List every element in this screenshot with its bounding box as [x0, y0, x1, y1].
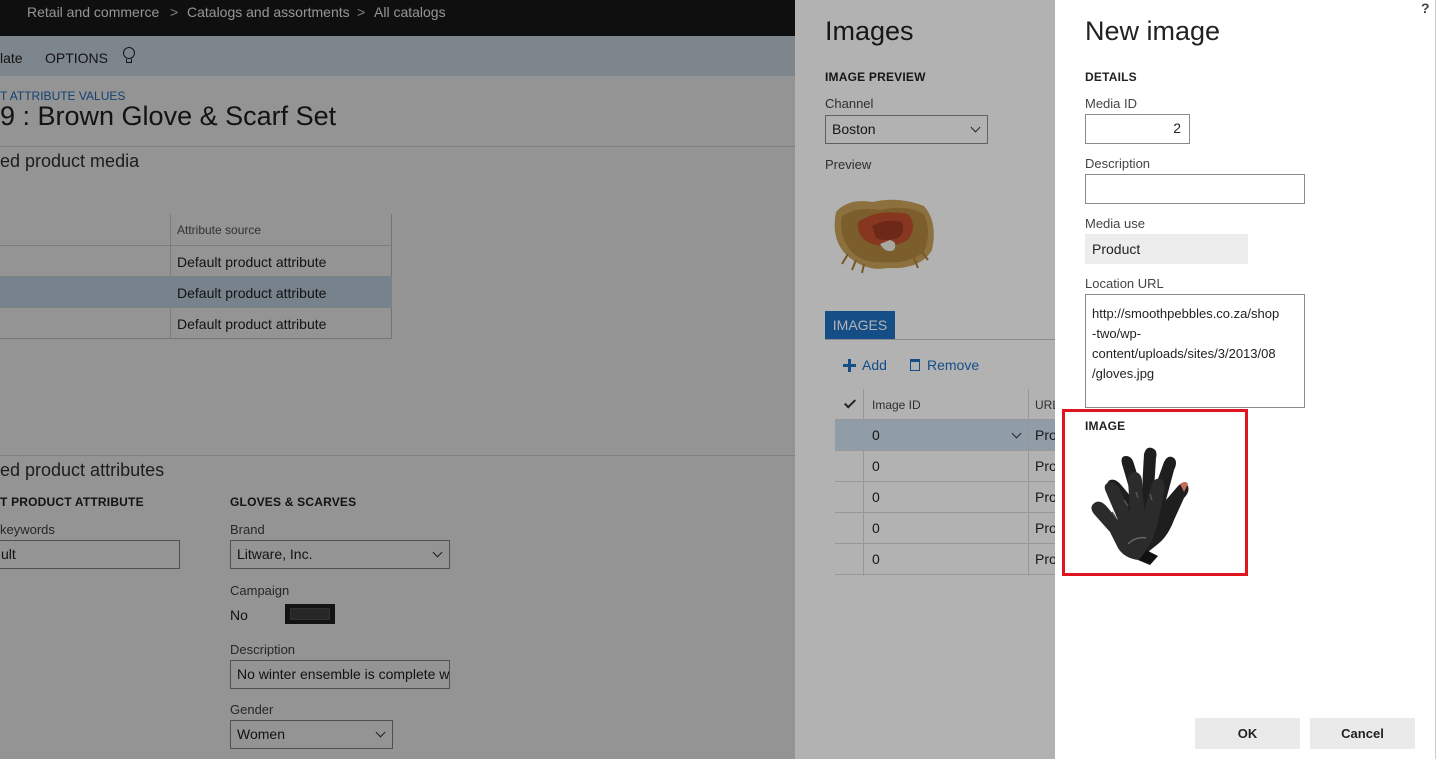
new-image-dialog: New image DETAILS Media ID 2 Description…	[1055, 0, 1436, 759]
help-icon[interactable]: ?	[1421, 0, 1430, 16]
ok-button[interactable]: OK	[1195, 718, 1300, 749]
url-line: http://smoothpebbles.co.za/shop	[1092, 306, 1280, 321]
url-line: content/uploads/sites/3/2013/08	[1092, 346, 1276, 361]
description-input[interactable]	[1085, 174, 1305, 204]
details-heading: DETAILS	[1085, 70, 1137, 84]
location-url-textarea[interactable]: http://smoothpebbles.co.za/shop -two/wp-…	[1085, 294, 1305, 408]
description-label: Description	[1085, 156, 1151, 171]
media-use-label: Media use	[1085, 216, 1145, 231]
url-line: /gloves.jpg	[1092, 366, 1155, 381]
modal-overlay	[0, 0, 795, 759]
media-id-label: Media ID	[1085, 96, 1138, 111]
cancel-button[interactable]: Cancel	[1310, 718, 1415, 749]
images-panel-overlay	[795, 0, 1055, 759]
location-url-label: Location URL	[1085, 276, 1164, 291]
url-line: -two/wp-	[1092, 326, 1142, 341]
media-id-input[interactable]: 2	[1085, 114, 1190, 144]
media-use-value: Product	[1085, 234, 1248, 264]
image-highlight-frame	[1062, 409, 1248, 576]
dialog-title: New image	[1085, 16, 1221, 46]
